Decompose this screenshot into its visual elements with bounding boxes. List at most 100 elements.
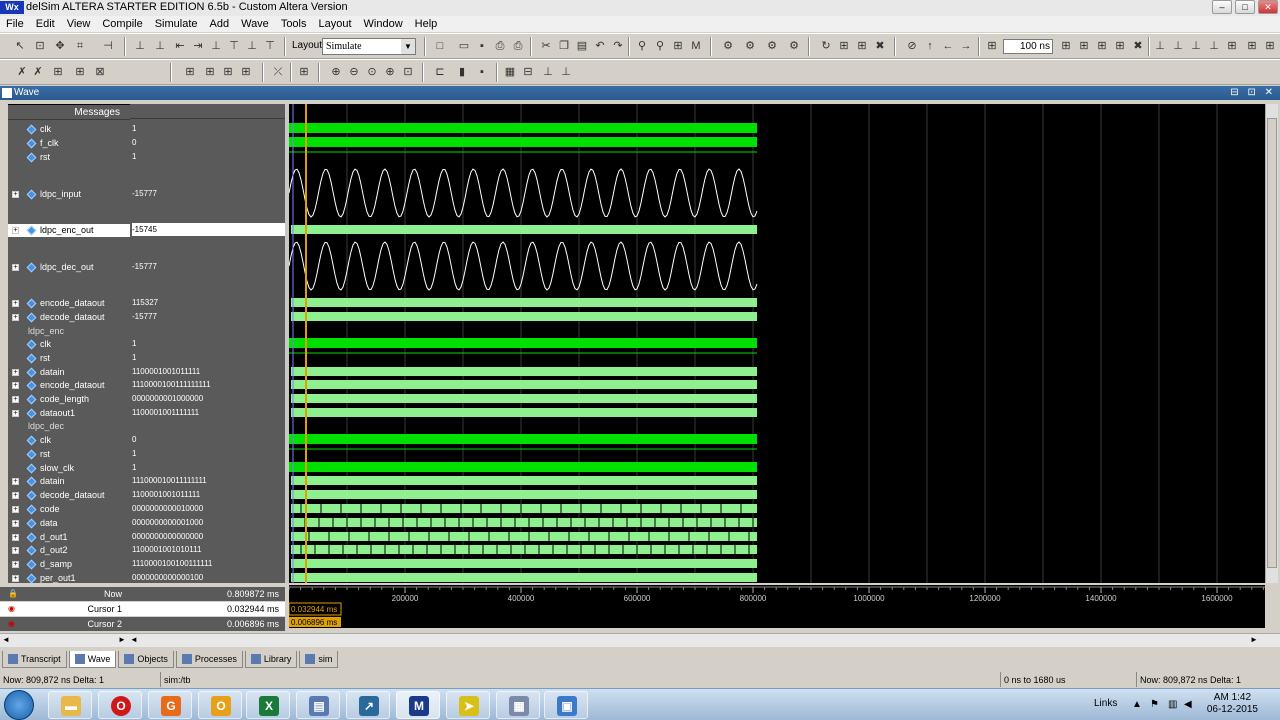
coverage-icon[interactable]: ⊞: [854, 38, 870, 54]
expand-icon[interactable]: +: [12, 300, 19, 307]
expand-icon[interactable]: +: [12, 314, 19, 321]
signal-row-encode-dataout[interactable]: + encode_dataout: [8, 379, 130, 392]
find-in-files-icon[interactable]: ⚲: [652, 38, 668, 54]
print-setup-icon[interactable]: ⎙: [510, 38, 526, 54]
delete-cursor-icon[interactable]: ⊥: [152, 38, 168, 54]
compare2-icon[interactable]: ⊞: [72, 64, 88, 80]
pointer-icon[interactable]: ↖: [12, 38, 28, 54]
zoom-select-icon[interactable]: ⊡: [32, 38, 48, 54]
stop-icon[interactable]: ✖: [872, 38, 888, 54]
vertical-scroll-thumb[interactable]: [1267, 118, 1277, 568]
compare3-icon[interactable]: ⊠: [92, 64, 108, 80]
step-icon[interactable]: ⊥: [1152, 38, 1168, 54]
expand-icon[interactable]: +: [12, 506, 19, 513]
profile-icon[interactable]: ⊞: [1224, 38, 1240, 54]
horizontal-scrollbar[interactable]: ◄ ► ◄ ►: [0, 633, 1280, 647]
cursor1-lock-icon[interactable]: ◉: [8, 604, 15, 613]
left-arrow-icon[interactable]: ←: [940, 38, 956, 54]
simulate-icon[interactable]: ⚙: [786, 38, 802, 54]
step-back-icon[interactable]: ⊥: [1206, 38, 1222, 54]
expand-icon[interactable]: +: [12, 410, 19, 417]
signal-row-datain[interactable]: + datain: [8, 475, 130, 488]
expand-icon[interactable]: +: [12, 227, 19, 234]
tab-objects[interactable]: Objects: [118, 651, 174, 668]
expand-icon[interactable]: +: [12, 547, 19, 554]
zoom-out-icon[interactable]: ⊖: [346, 64, 362, 80]
tab-library[interactable]: Library: [244, 651, 298, 668]
signal-row-clk[interactable]: clk: [8, 434, 130, 447]
tray-volume-icon[interactable]: ◀: [1184, 699, 1192, 710]
menu-edit[interactable]: Edit: [30, 16, 61, 32]
taskbar-app11[interactable]: ▣: [544, 691, 588, 719]
wave-format3-icon[interactable]: ▪: [474, 64, 490, 80]
grid-icon[interactable]: ▦: [502, 64, 518, 80]
save-icon[interactable]: ▪: [474, 38, 490, 54]
cut-icon[interactable]: ✂: [538, 38, 554, 54]
taskbar-excel[interactable]: X: [246, 691, 290, 719]
signal-row-slow-clk[interactable]: slow_clk: [8, 462, 130, 475]
clock[interactable]: AM 1:42 06-12-2015: [1207, 692, 1258, 716]
insert-cursor-icon[interactable]: ⊥: [132, 38, 148, 54]
menu-file[interactable]: File: [0, 16, 30, 32]
zoom-cursor-icon[interactable]: ⊕: [382, 64, 398, 80]
grid2-icon[interactable]: ⊟: [520, 64, 536, 80]
wave-scroll-right-icon[interactable]: ►: [1250, 635, 1258, 644]
run-length-input[interactable]: 100 ns: [1003, 39, 1053, 54]
break-run-icon[interactable]: ⊞: [1112, 38, 1128, 54]
taskbar-doc[interactable]: ▤: [296, 691, 340, 719]
run-all-icon[interactable]: ⊞: [1094, 38, 1110, 54]
signal-row-dataout1[interactable]: + dataout1: [8, 407, 130, 420]
expand-icon[interactable]: +: [12, 534, 19, 541]
tab-processes[interactable]: Processes: [175, 651, 243, 668]
close-button[interactable]: ✕: [1258, 0, 1278, 14]
menu-tools[interactable]: Tools: [275, 16, 313, 32]
env-icon[interactable]: ⊘: [904, 38, 920, 54]
dataflow-icon[interactable]: ⤫: [270, 64, 286, 80]
signal-row-decode-dataout[interactable]: + decode_dataout: [8, 311, 130, 324]
signal-row-d-out1[interactable]: + d_out1: [8, 531, 130, 544]
scroll-left-icon[interactable]: ◄: [2, 635, 10, 644]
prev-transition-icon[interactable]: ⇤: [172, 38, 188, 54]
wave-window-controls[interactable]: ⊟ ⊡ ✕: [1230, 86, 1276, 100]
expand-icon[interactable]: +: [12, 478, 19, 485]
expand-icon[interactable]: +: [12, 575, 19, 582]
find-icon[interactable]: ⚲: [634, 38, 650, 54]
expand-icon[interactable]: +: [12, 561, 19, 568]
restart-icon[interactable]: ↻: [818, 38, 834, 54]
right-arrow-icon[interactable]: →: [958, 38, 974, 54]
signal-row-decode-dataout[interactable]: + decode_dataout: [8, 489, 130, 502]
layout-select[interactable]: Simulate ▼: [322, 38, 416, 55]
minimize-button[interactable]: –: [1212, 0, 1232, 14]
taskbar-app10[interactable]: ▦: [496, 691, 540, 719]
expand-icon[interactable]: +: [12, 520, 19, 527]
signal-row-encode-dataout[interactable]: + encode_dataout: [8, 297, 130, 310]
signal-row-per-out1[interactable]: + per_out1: [8, 572, 130, 585]
expand-icon[interactable]: +: [12, 191, 19, 198]
compile-out-icon[interactable]: ⚙: [764, 38, 780, 54]
open-icon[interactable]: ▭: [456, 38, 472, 54]
menu-add[interactable]: Add: [204, 16, 236, 32]
rising-edge-icon[interactable]: ⊤: [226, 38, 242, 54]
find-edge2-icon[interactable]: ⊤: [262, 38, 278, 54]
signal-row-clk[interactable]: clk: [8, 123, 130, 136]
waveform-canvas[interactable]: [288, 104, 1265, 583]
edit-wave-icon[interactable]: ⌗: [72, 38, 88, 54]
break-icon[interactable]: ⊣: [100, 38, 116, 54]
expand-icon[interactable]: +: [12, 264, 19, 271]
up-arrow-icon[interactable]: ↑: [922, 38, 938, 54]
signal-row-clk[interactable]: clk: [8, 338, 130, 351]
signal-row-datain[interactable]: + datain: [8, 366, 130, 379]
signal-row-ldpc-input[interactable]: + ldpc_input: [8, 188, 130, 201]
signal-row-rst[interactable]: rst: [8, 151, 130, 164]
run-length-icon[interactable]: ⊞: [984, 38, 1000, 54]
compile-icon[interactable]: ⚙: [720, 38, 736, 54]
signal-row-d-out2[interactable]: + d_out2: [8, 544, 130, 557]
wave-props-icon[interactable]: ⊞: [296, 64, 312, 80]
tray-flag-icon[interactable]: ⚑: [1150, 699, 1159, 710]
cursor-x-icon[interactable]: ✗: [14, 64, 30, 80]
copy-icon[interactable]: ❐: [556, 38, 572, 54]
add-list-icon[interactable]: ⊞: [220, 64, 236, 80]
taskbar-quartus[interactable]: ↗: [346, 691, 390, 719]
menu-simulate[interactable]: Simulate: [149, 16, 204, 32]
signal-row-code[interactable]: + code: [8, 503, 130, 516]
